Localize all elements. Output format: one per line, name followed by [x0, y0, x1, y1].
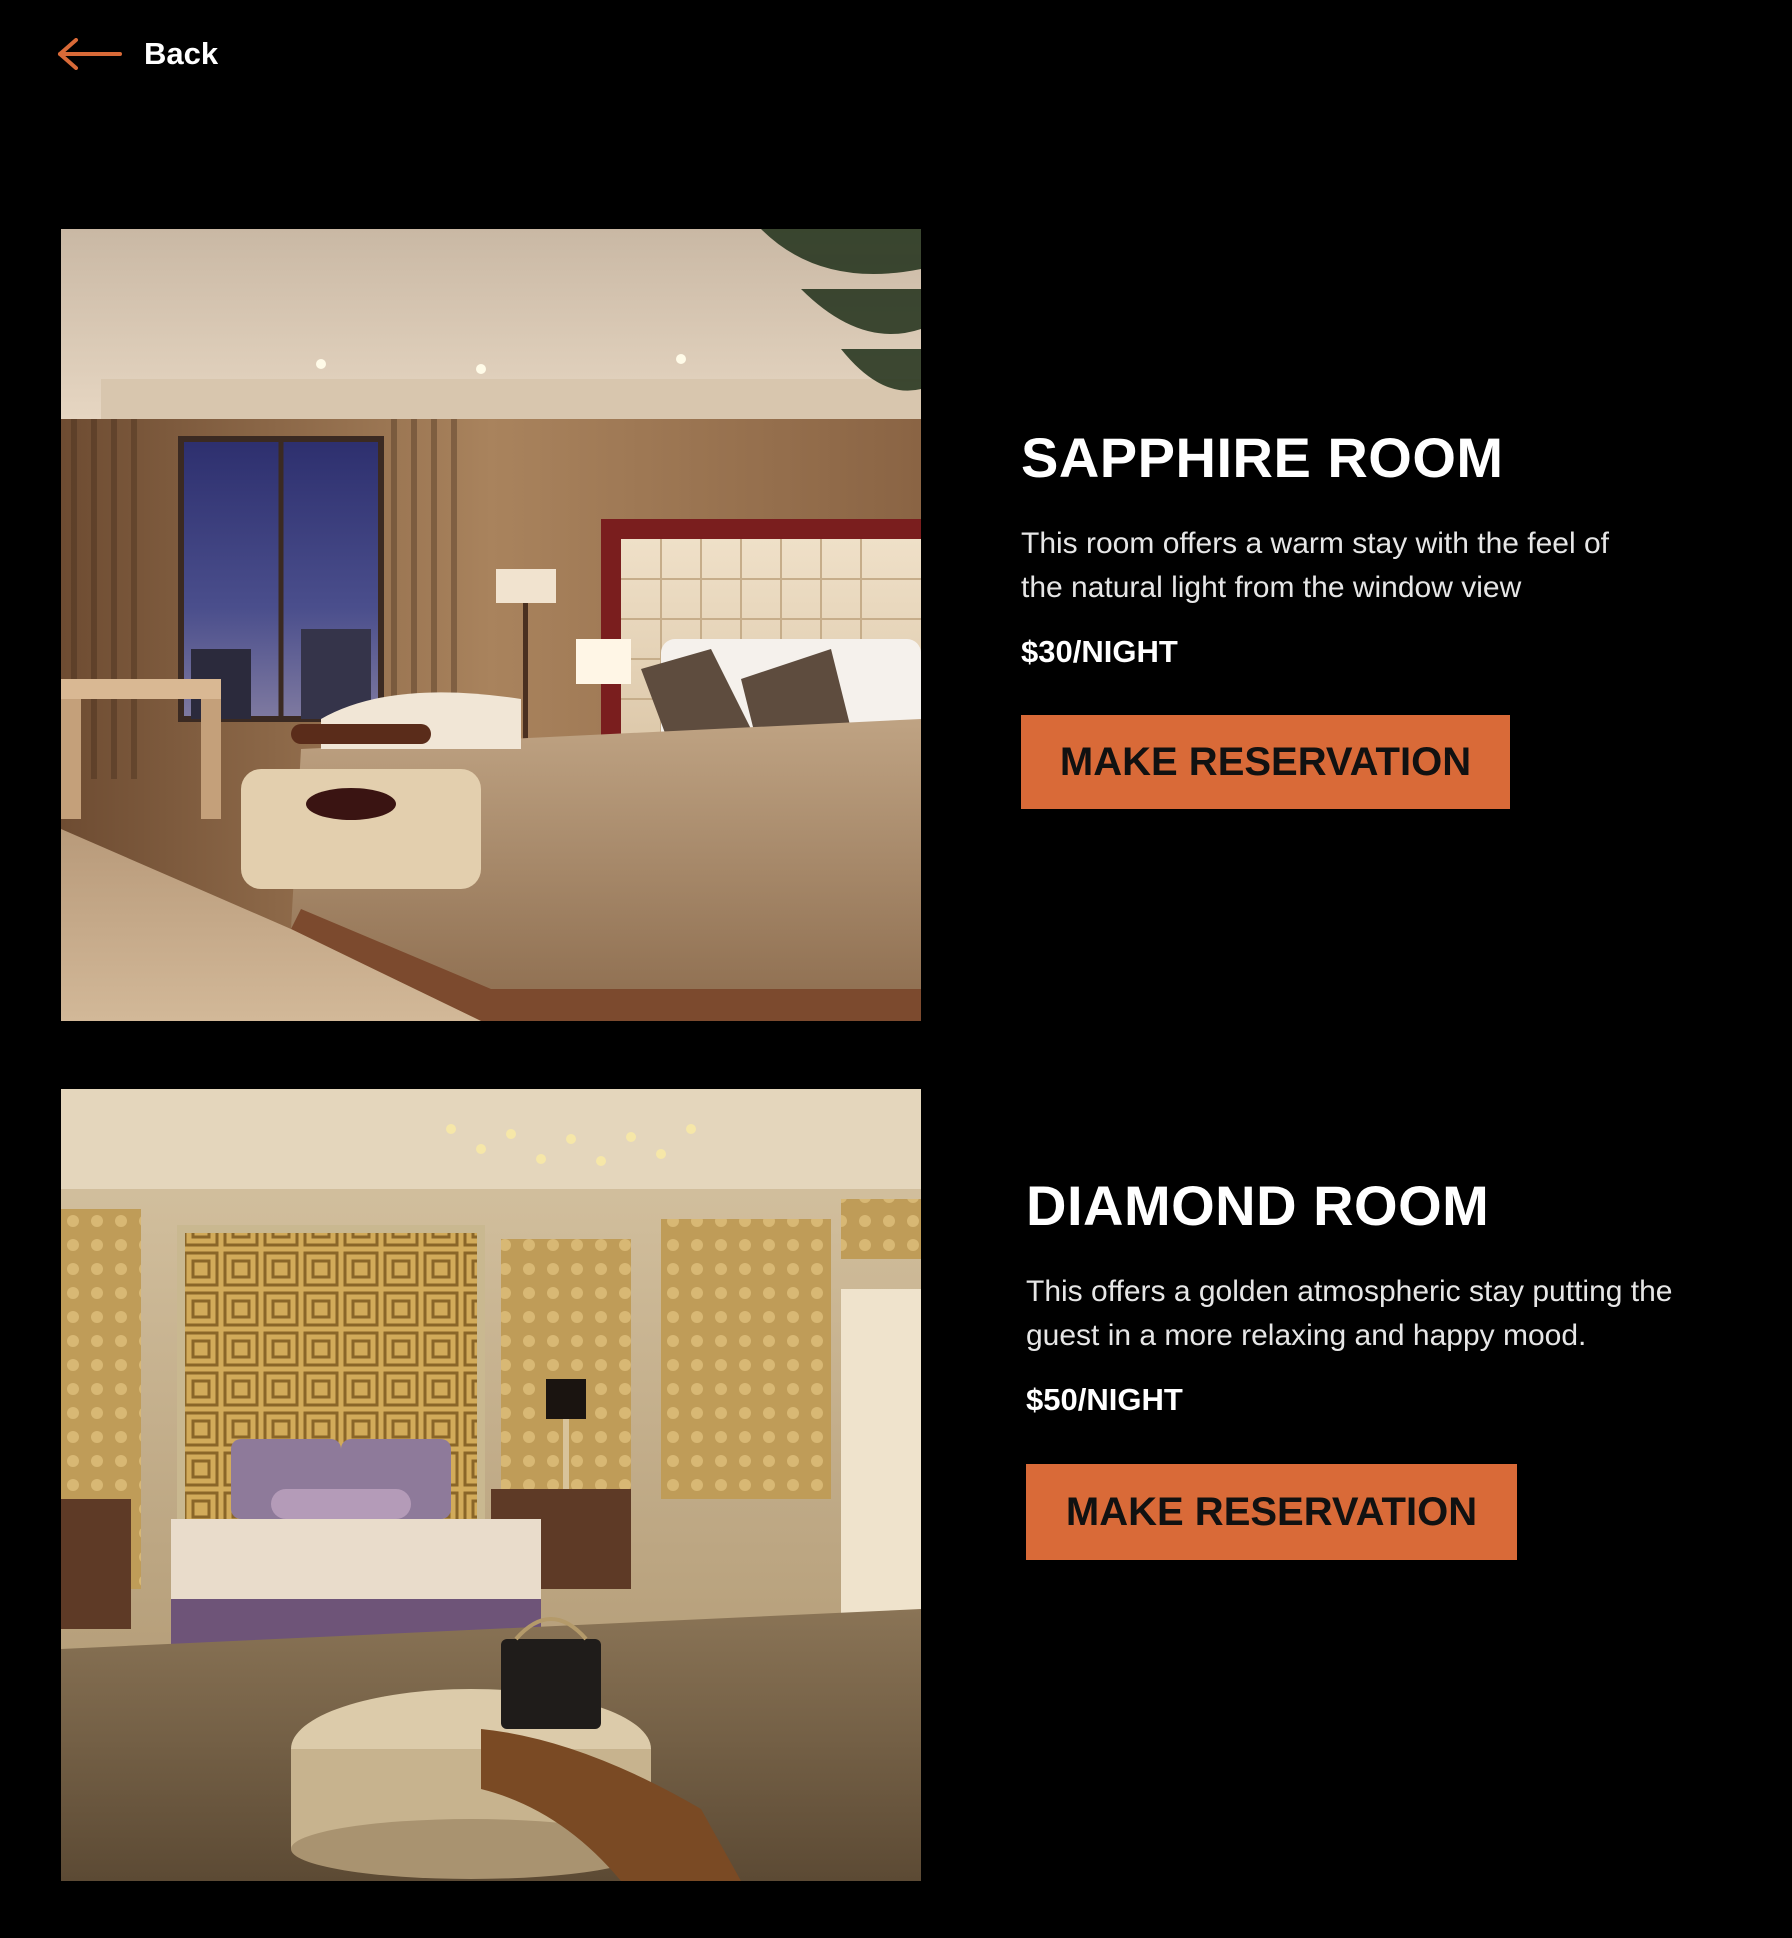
- room-description: This offers a golden atmospheric stay pu…: [1026, 1275, 1673, 1352]
- diamond-room-info: DIAMOND ROOM This offers a golden atmosp…: [1026, 1170, 1726, 1560]
- diamond-room-photo: [61, 1089, 921, 1881]
- room-title: SAPPHIRE ROOM: [1021, 426, 1504, 489]
- arrow-left-icon: [58, 38, 122, 70]
- room-price: $30/NIGHT: [1021, 634, 1178, 669]
- sapphire-room-image: [61, 229, 921, 1021]
- room-price: $50/NIGHT: [1026, 1382, 1183, 1417]
- room-description: This room offers a warm stay with the fe…: [1021, 527, 1610, 604]
- back-label: Back: [144, 36, 219, 71]
- sapphire-room-info: SAPPHIRE ROOM This room offers a warm st…: [1021, 422, 1721, 809]
- make-reservation-button-diamond[interactable]: MAKE RESERVATION: [1026, 1464, 1517, 1560]
- diamond-room-image: [61, 1089, 921, 1881]
- room-title: DIAMOND ROOM: [1026, 1174, 1490, 1237]
- room-listing-page: Back SAPPHIRE ROOM This room offers a wa…: [0, 0, 1792, 1938]
- sapphire-room-photo: [61, 229, 921, 1021]
- make-reservation-button-sapphire[interactable]: MAKE RESERVATION: [1021, 715, 1510, 809]
- back-button[interactable]: Back: [56, 36, 218, 72]
